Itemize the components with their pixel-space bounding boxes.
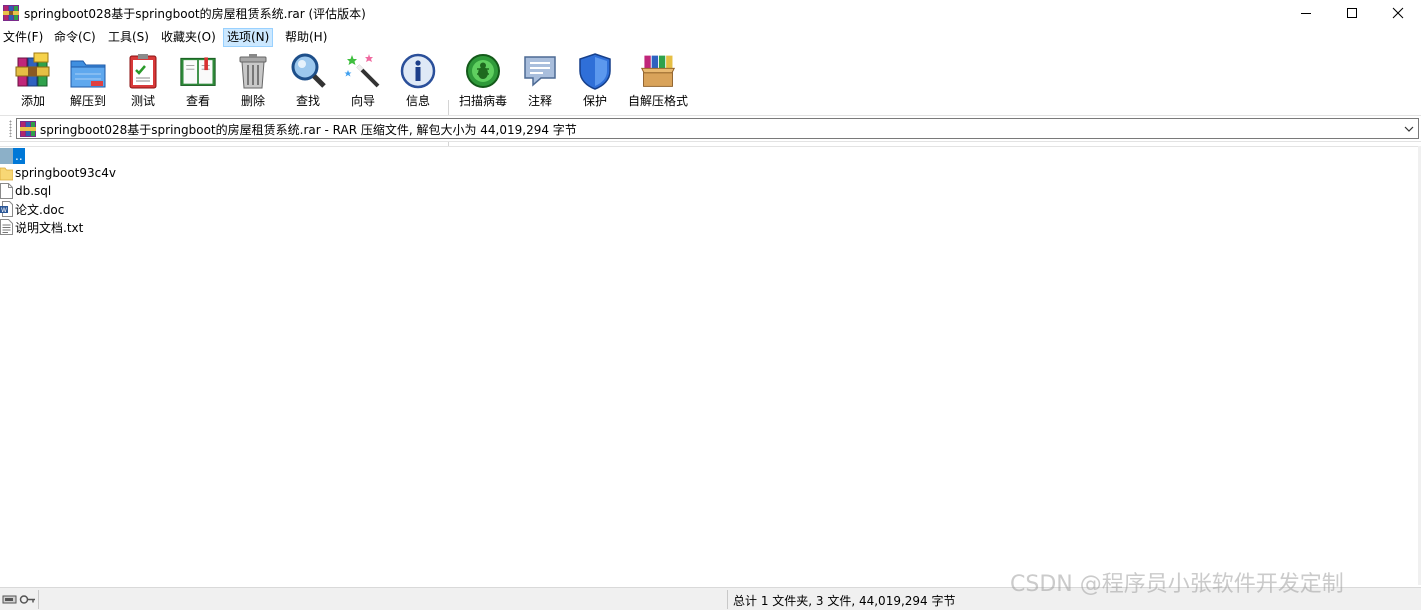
delete-button[interactable]: 删除 (234, 52, 272, 110)
delete-label: 删除 (240, 94, 265, 108)
toolbar: 添加 解压到 测试 查看 删除 查找 向导 信息 扫描病毒 注释 保护 自解压格… (0, 48, 1421, 155)
close-button[interactable] (1375, 0, 1421, 26)
info-button[interactable]: 信息 (399, 52, 437, 110)
menu-commands[interactable]: 命令(C) (51, 28, 99, 47)
wizard-label: 向导 (350, 94, 375, 108)
sfx-box-icon (640, 55, 676, 87)
close-icon (1392, 7, 1404, 19)
folder-icon (0, 167, 13, 181)
extract-to-icon (70, 60, 106, 88)
delete-trash-icon (239, 54, 267, 89)
list-item-name: 论文.doc (15, 202, 65, 217)
find-magnifier-icon (291, 53, 326, 88)
menu-options[interactable]: 选项(N) (223, 28, 274, 47)
test-button[interactable]: 测试 (124, 52, 162, 110)
drive-key-icon[interactable] (2, 592, 36, 606)
address-bar: springboot028基于springboot的房屋租赁系统.rar - R… (0, 115, 1421, 142)
list-item-name: 说明文档.txt (15, 220, 84, 235)
sfx-label: 自解压格式 (627, 94, 688, 108)
maximize-icon (1347, 8, 1357, 18)
address-grip[interactable] (9, 120, 12, 137)
list-item-parent[interactable]: .. (0, 147, 25, 165)
chevron-down-icon[interactable] (1402, 122, 1416, 136)
info-icon (400, 53, 436, 89)
menu-tools[interactable]: 工具(S) (105, 28, 152, 47)
list-item[interactable]: W 论文.doc (0, 200, 64, 218)
maximize-button[interactable] (1329, 0, 1375, 26)
parent-folder-icon (0, 148, 13, 164)
add-button[interactable]: 添加 (14, 52, 52, 110)
protect-label: 保护 (582, 94, 607, 108)
status-divider (38, 590, 39, 609)
menu-bar: 文件(F) 命令(C) 工具(S) 收藏夹(O) 选项(N) 帮助(H) (0, 27, 1421, 48)
comment-button[interactable]: 注释 (521, 52, 559, 110)
minimize-button[interactable] (1283, 0, 1329, 26)
protect-button[interactable]: 保护 (576, 52, 614, 110)
add-archive-icon (15, 52, 50, 87)
info-label: 信息 (405, 94, 430, 108)
menu-file[interactable]: 文件(F) (0, 28, 46, 47)
view-button[interactable]: 查看 (177, 52, 219, 110)
menu-help[interactable]: 帮助(H) (282, 28, 330, 47)
find-button[interactable]: 查找 (289, 52, 327, 110)
add-label: 添加 (20, 94, 45, 108)
list-item[interactable]: springboot93c4v (0, 164, 116, 182)
scan-virus-button[interactable]: 扫描病毒 (458, 52, 508, 110)
file-icon (0, 183, 13, 199)
view-label: 查看 (185, 94, 210, 108)
file-list[interactable]: .. springboot93c4v db.sql W 论文.doc 说明文档.… (0, 146, 1418, 585)
address-text: springboot028基于springboot的房屋租赁系统.rar - R… (40, 123, 577, 137)
view-book-icon (180, 57, 216, 86)
protect-shield-icon (579, 53, 611, 90)
wizard-button[interactable]: 向导 (344, 52, 382, 110)
list-item-name: springboot93c4v (15, 166, 116, 180)
scan-virus-icon (466, 54, 500, 88)
title-bar[interactable]: springboot028基于springboot的房屋租赁系统.rar (评估… (0, 0, 1421, 27)
comment-icon (524, 56, 556, 87)
svg-text:W: W (1, 207, 7, 214)
list-item-name: .. (13, 148, 25, 164)
status-summary: 总计 1 文件夹, 3 文件, 44,019,294 字节 (733, 594, 956, 608)
status-bar: 总计 1 文件夹, 3 文件, 44,019,294 字节 (0, 587, 1421, 610)
wizard-wand-icon (344, 54, 380, 88)
window-title: springboot028基于springboot的房屋租赁系统.rar (评估… (24, 7, 366, 21)
winrar-icon (3, 5, 19, 21)
list-item[interactable]: 说明文档.txt (0, 218, 83, 236)
address-combobox[interactable]: springboot028基于springboot的房屋租赁系统.rar - R… (16, 118, 1419, 139)
minimize-icon (1301, 13, 1311, 14)
scan-virus-label: 扫描病毒 (458, 94, 507, 108)
test-icon (129, 54, 157, 89)
word-doc-icon: W (0, 201, 13, 217)
rar-archive-icon (20, 121, 36, 137)
comment-label: 注释 (527, 94, 552, 108)
menu-favorites[interactable]: 收藏夹(O) (158, 28, 219, 47)
list-item[interactable]: db.sql (0, 182, 51, 200)
text-file-icon (0, 219, 13, 235)
test-label: 测试 (130, 94, 155, 108)
sfx-button[interactable]: 自解压格式 (627, 52, 689, 110)
list-item-name: db.sql (15, 184, 52, 198)
extract-to-button[interactable]: 解压到 (68, 52, 108, 110)
find-label: 查找 (295, 94, 320, 108)
status-divider (727, 590, 728, 609)
extract-to-label: 解压到 (69, 94, 106, 108)
